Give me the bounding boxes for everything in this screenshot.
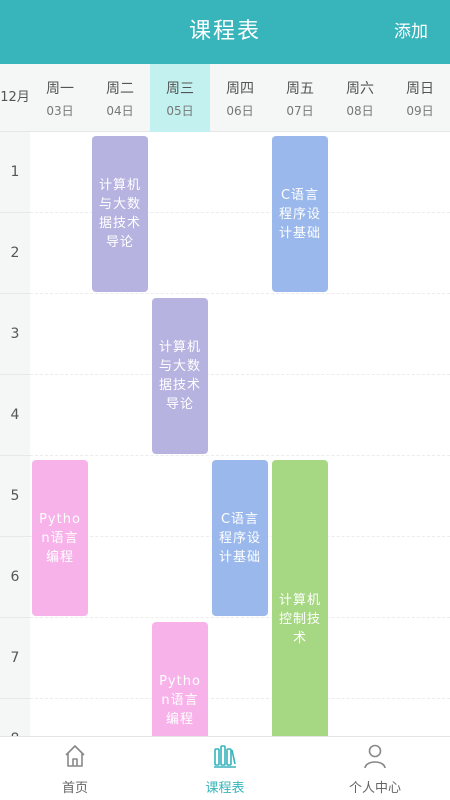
month-label: 12月 (0, 90, 30, 105)
date-label: 06日 (226, 104, 254, 118)
course-block[interactable]: C语言程序设计基础 (212, 460, 268, 616)
day-header: 周三 05日 (150, 64, 210, 132)
period-label: 7 (0, 618, 30, 699)
period-label: 3 (0, 294, 30, 375)
course-block[interactable]: C语言程序设计基础 (272, 136, 328, 292)
date-label: 04日 (106, 104, 134, 118)
course-name: 计算机与大数据技术导论 (158, 340, 201, 412)
weekday-label: 周一 (46, 81, 74, 97)
tab-profile[interactable]: 个人中心 (300, 737, 450, 800)
period-column: 12345678 (0, 132, 30, 736)
schedule-icon (214, 745, 236, 768)
tab-label: 首页 (61, 781, 88, 796)
bottom-tab-bar: 首页 课程表 个人中心 (0, 736, 450, 800)
date-label: 03日 (46, 104, 74, 118)
weekday-label: 周二 (106, 81, 134, 97)
day-header: 周六 08日 (330, 64, 390, 132)
course-name: 计算机与大数据技术导论 (98, 178, 141, 250)
day-header: 周二 04日 (90, 64, 150, 132)
app-root: 课程表 添加 12月 周一 03日 周二 04日 周三 05日 周四 06日 周五 07日 周六 08… (0, 0, 450, 800)
add-button[interactable]: 添加 (394, 0, 428, 64)
tab-home[interactable]: 首页 (0, 737, 150, 800)
date-label: 07日 (286, 104, 314, 118)
period-label: 8 (0, 699, 30, 736)
person-icon (364, 744, 386, 769)
course-block[interactable]: Python语言编程 (32, 460, 88, 616)
tab-label: 课程表 (205, 781, 245, 796)
weekday-label: 周日 (406, 81, 434, 97)
tab-schedule[interactable]: 课程表 (150, 737, 300, 800)
grid-line (30, 455, 450, 456)
period-label: 1 (0, 132, 30, 213)
weekday-label: 周四 (226, 81, 254, 97)
tab-label: 个人中心 (348, 781, 401, 796)
course-block[interactable]: 计算机与大数据技术导论 (92, 136, 148, 292)
course-name: 计算机控制技术 (278, 592, 321, 646)
home-icon (65, 745, 85, 767)
date-label: 05日 (166, 104, 194, 118)
grid-line (30, 698, 450, 699)
date-label: 08日 (346, 104, 374, 118)
course-block[interactable]: 计算机控制技术 (272, 460, 328, 736)
date-label: 09日 (406, 104, 434, 118)
grid-line (30, 293, 450, 294)
weekday-label: 周六 (346, 81, 374, 97)
period-label: 4 (0, 375, 30, 456)
course-name: Python语言编程 (39, 511, 81, 565)
course-name: C语言程序设计基础 (278, 187, 321, 241)
schedule-grid: 12345678 计算机与大数据技术导论C语言程序设计基础计算机与大数据技术导论… (0, 132, 450, 736)
grid-line (30, 374, 450, 375)
period-label: 6 (0, 537, 30, 618)
day-header: 周四 06日 (210, 64, 270, 132)
course-name: C语言程序设计基础 (218, 511, 261, 565)
header-bar: 课程表 添加 (0, 0, 450, 64)
course-name: Python语言编程 (159, 673, 201, 727)
period-label: 2 (0, 213, 30, 294)
course-block[interactable]: Python语言编程 (152, 622, 208, 736)
weekday-label: 周三 (166, 81, 194, 97)
day-header: 周五 07日 (270, 64, 330, 132)
week-header: 12月 周一 03日 周二 04日 周三 05日 周四 06日 周五 07日 周六 08日 周日 09日 (0, 64, 450, 132)
course-block[interactable]: 计算机与大数据技术导论 (152, 298, 208, 454)
day-header: 周日 09日 (390, 64, 450, 132)
grid-line (30, 617, 450, 618)
page-title: 课程表 (188, 19, 261, 44)
period-label: 5 (0, 456, 30, 537)
day-header: 周一 03日 (30, 64, 90, 132)
weekday-label: 周五 (286, 81, 314, 97)
